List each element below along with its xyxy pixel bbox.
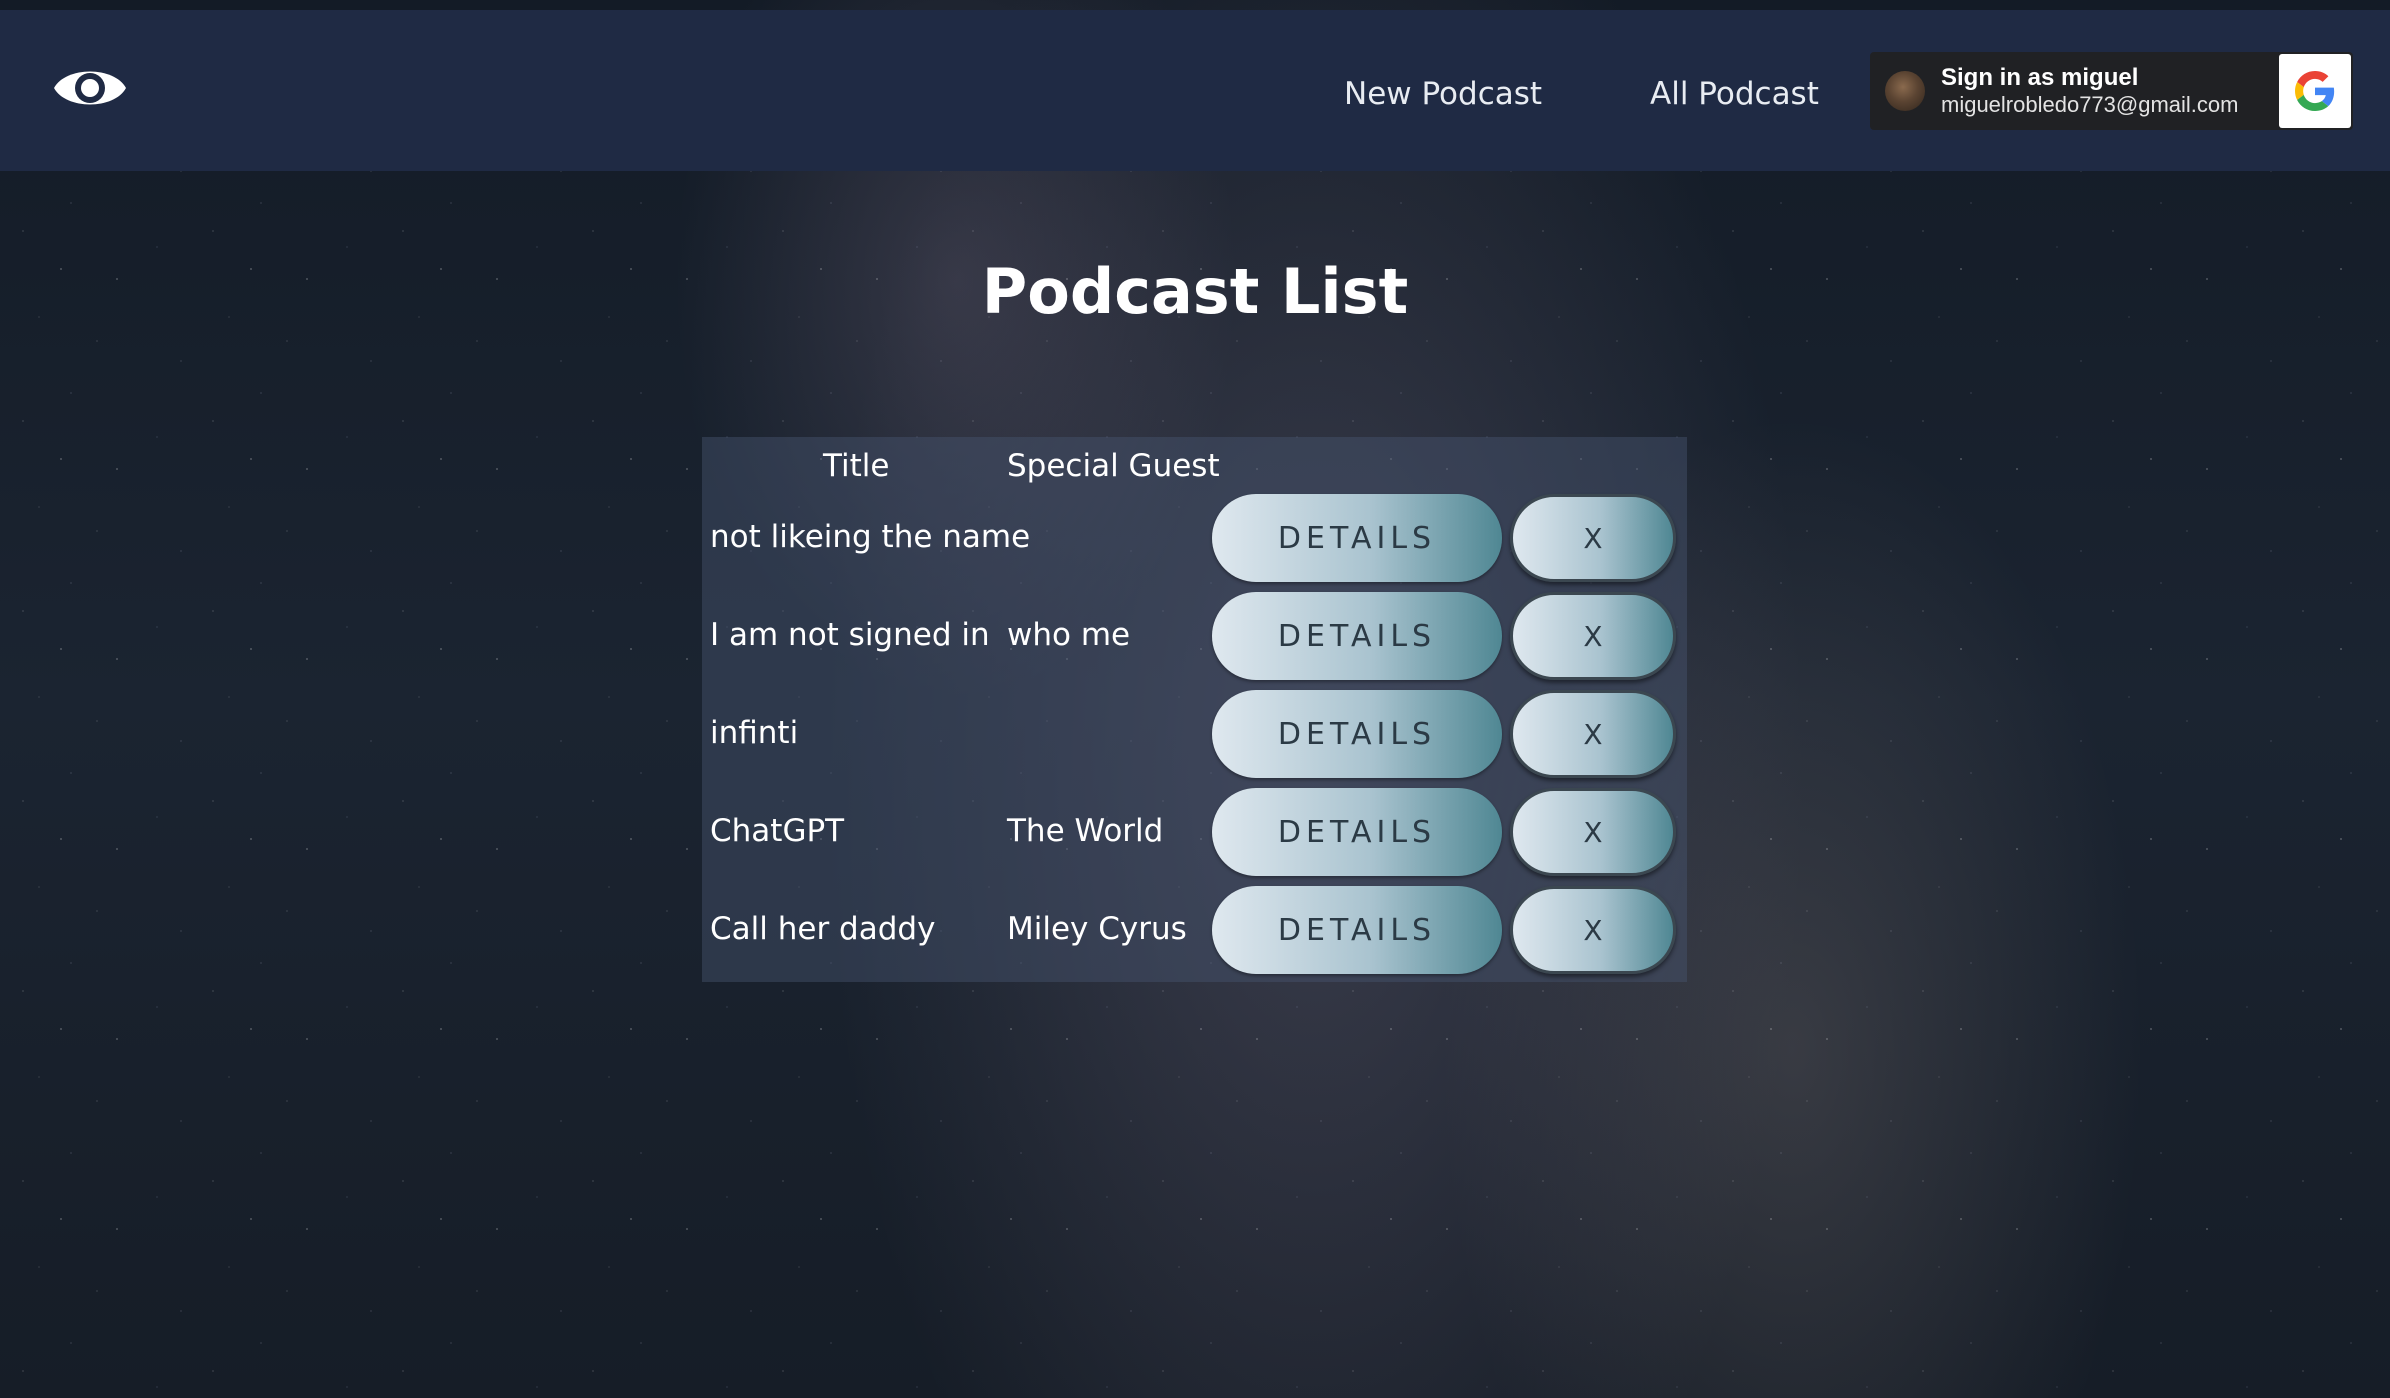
signin-texts: Sign in as miguel miguelrobledo773@gmail… [1941, 64, 2238, 118]
podcast-title-cell: infinti [710, 715, 799, 751]
column-header-title: Title [823, 448, 890, 484]
eye-icon[interactable] [52, 60, 128, 116]
special-guest-cell: Miley Cyrus [1007, 911, 1187, 947]
table-row: ChatGPT The World DETAILS X [702, 783, 1687, 881]
avatar [1885, 71, 1925, 111]
nav-new-podcast-link[interactable]: New Podcast [1344, 76, 1542, 112]
navbar: New Podcast All Podcast Sign in as migue… [0, 10, 2390, 171]
table-row: I am not signed in who me DETAILS X [702, 587, 1687, 685]
signin-label: Sign in as miguel [1941, 64, 2139, 91]
podcast-title-cell: Call her daddy [710, 911, 936, 947]
table-row: infinti DETAILS X [702, 685, 1687, 783]
delete-button[interactable]: X [1510, 494, 1676, 582]
podcast-title-cell: I am not signed in [710, 617, 990, 653]
column-header-special-guest: Special Guest [1007, 448, 1220, 484]
table-row: Call her daddy Miley Cyrus DETAILS X [702, 881, 1687, 979]
delete-button[interactable]: X [1510, 886, 1676, 974]
details-button[interactable]: DETAILS [1212, 788, 1502, 876]
podcast-title-cell: not likeing the name [710, 519, 1031, 555]
details-button[interactable]: DETAILS [1212, 494, 1502, 582]
special-guest-cell: The World [1007, 813, 1164, 849]
table-row: not likeing the name DETAILS X [702, 489, 1687, 587]
details-button[interactable]: DETAILS [1212, 690, 1502, 778]
details-button[interactable]: DETAILS [1212, 886, 1502, 974]
delete-button[interactable]: X [1510, 690, 1676, 778]
page-title: Podcast List [981, 255, 1409, 328]
podcast-title-cell: ChatGPT [710, 813, 845, 849]
signin-email: miguelrobledo773@gmail.com [1941, 92, 2239, 117]
delete-button[interactable]: X [1510, 788, 1676, 876]
nav-all-podcast-link[interactable]: All Podcast [1650, 76, 1819, 112]
google-icon [2279, 54, 2351, 128]
details-button[interactable]: DETAILS [1212, 592, 1502, 680]
delete-button[interactable]: X [1510, 592, 1676, 680]
special-guest-cell: who me [1007, 617, 1131, 653]
google-signin-button[interactable]: Sign in as miguel miguelrobledo773@gmail… [1870, 52, 2353, 130]
